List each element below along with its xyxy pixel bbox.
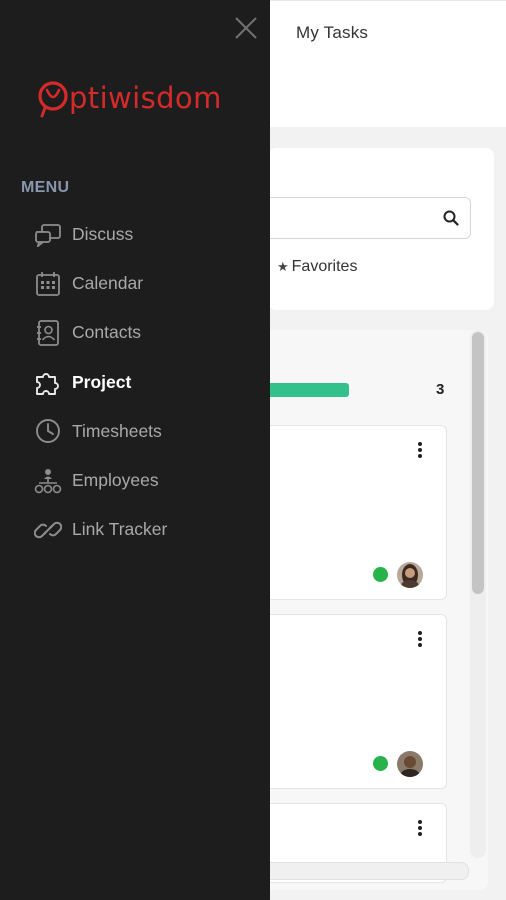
drawer-menu: Discuss Calendar Contacts Project Timesh… [0, 210, 270, 554]
nav-item-label: Project [72, 371, 132, 392]
nav-item-label: Calendar [72, 273, 144, 294]
nav-item-project[interactable]: Project [0, 358, 270, 407]
nav-item-label: Contacts [72, 322, 142, 343]
navigation-drawer: ptiwisdom MENU Discuss Calendar Contacts [0, 0, 270, 900]
chat-bubbles-icon [34, 221, 62, 249]
column-progress-bar [262, 383, 349, 397]
clock-icon [34, 417, 62, 445]
star-icon: ★ [277, 259, 289, 274]
nav-item-label: Timesheets [72, 420, 162, 441]
nav-item-calendar[interactable]: Calendar [0, 259, 270, 308]
search-input[interactable] [262, 197, 471, 239]
page-title: My Tasks [296, 23, 369, 42]
nav-item-employees[interactable]: Employees [0, 456, 270, 505]
avatar [397, 751, 423, 777]
status-online-dot [373, 567, 388, 582]
menu-section-label: MENU [21, 179, 70, 196]
close-icon[interactable] [234, 16, 258, 40]
favorites-filter[interactable]: ★ Favorites [277, 258, 357, 276]
org-chart-icon [34, 467, 62, 495]
more-vertical-icon[interactable] [418, 442, 422, 458]
scrollbar-thumb[interactable] [472, 332, 484, 594]
nav-item-discuss[interactable]: Discuss [0, 210, 270, 259]
column-count: 3 [436, 381, 445, 398]
nav-item-timesheets[interactable]: Timesheets [0, 407, 270, 456]
horizontal-scrollbar[interactable] [262, 862, 469, 880]
nav-item-label: Discuss [72, 224, 134, 245]
avatar [397, 562, 423, 588]
more-vertical-icon[interactable] [418, 820, 422, 836]
nav-item-label: Link Tracker [72, 519, 168, 540]
brand-logo: ptiwisdom [36, 78, 222, 118]
brand-mark-icon [38, 81, 68, 118]
more-vertical-icon[interactable] [418, 631, 422, 647]
nav-item-link-tracker[interactable]: Link Tracker [0, 505, 270, 554]
contact-book-icon [34, 319, 62, 347]
favorites-label: Favorites [291, 258, 358, 275]
nav-item-contacts[interactable]: Contacts [0, 308, 270, 357]
link-icon [34, 516, 62, 544]
nav-item-label: Employees [72, 470, 159, 491]
status-online-dot [373, 756, 388, 771]
search-icon[interactable] [443, 210, 459, 226]
calendar-icon [34, 270, 62, 298]
brand-wordmark: ptiwisdom [69, 81, 222, 115]
task-card[interactable] [262, 614, 447, 789]
task-card[interactable] [262, 425, 447, 600]
puzzle-icon [34, 368, 62, 396]
vertical-scrollbar[interactable] [470, 330, 486, 858]
